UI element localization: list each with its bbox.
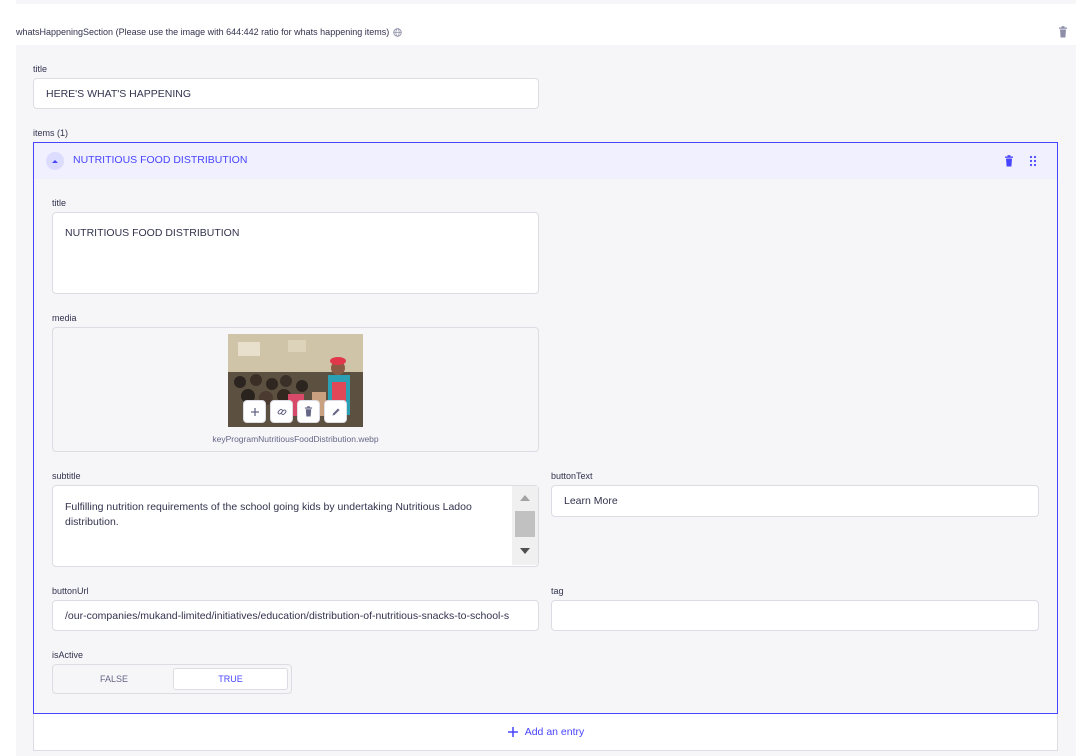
isactive-true-option[interactable]: TRUE bbox=[173, 668, 288, 690]
tag-input[interactable] bbox=[551, 600, 1039, 631]
scrollbar-thumb[interactable] bbox=[515, 511, 535, 537]
section-header-label: whatsHappeningSection (Please use the im… bbox=[16, 27, 390, 37]
media-add-button[interactable] bbox=[243, 400, 266, 423]
globe-icon bbox=[393, 27, 402, 37]
buttonurl-label: buttonUrl bbox=[52, 586, 89, 596]
subtitle-label: subtitle bbox=[52, 471, 81, 481]
media-actions bbox=[243, 400, 347, 423]
media-edit-button[interactable] bbox=[324, 400, 347, 423]
section-header: whatsHappeningSection (Please use the im… bbox=[16, 24, 402, 40]
items-label: items (1) bbox=[33, 128, 69, 138]
isactive-toggle: FALSE TRUE bbox=[52, 664, 292, 694]
scroll-up-icon[interactable] bbox=[519, 494, 531, 502]
top-strip bbox=[16, 0, 1076, 4]
subtitle-scrollbar[interactable] bbox=[512, 486, 538, 565]
tag-label: tag bbox=[551, 586, 564, 596]
media-link-button[interactable] bbox=[270, 400, 293, 423]
collapse-button[interactable] bbox=[46, 152, 64, 170]
add-entry-button[interactable]: Add an entry bbox=[33, 714, 1058, 751]
media-filename: keyProgramNutritiousFoodDistribution.web… bbox=[212, 434, 379, 444]
scroll-down-icon[interactable] bbox=[519, 547, 531, 555]
isactive-label: isActive bbox=[52, 650, 84, 660]
item-title-textarea[interactable]: NUTRITIOUS FOOD DISTRIBUTION bbox=[52, 212, 539, 294]
buttontext-input[interactable]: Learn More bbox=[551, 485, 1039, 517]
item-header[interactable]: NUTRITIOUS FOOD DISTRIBUTION bbox=[34, 143, 1057, 179]
item-title-label: title bbox=[52, 198, 67, 208]
section-trash-icon[interactable] bbox=[1058, 26, 1068, 38]
isactive-false-option[interactable]: FALSE bbox=[57, 668, 171, 690]
section-title-input[interactable]: HERE'S WHAT'S HAPPENING bbox=[33, 78, 539, 109]
buttontext-label: buttonText bbox=[551, 471, 593, 481]
item-header-title: NUTRITIOUS FOOD DISTRIBUTION bbox=[73, 154, 248, 166]
item-trash-icon[interactable] bbox=[1003, 155, 1015, 167]
trash-icon bbox=[304, 406, 313, 417]
media-label: media bbox=[52, 313, 77, 323]
plus-icon bbox=[250, 407, 259, 416]
plus-icon bbox=[507, 727, 518, 737]
buttonurl-input[interactable]: /our-companies/mukand-limited/initiative… bbox=[52, 600, 539, 631]
chevron-up-icon bbox=[52, 160, 58, 163]
section-title-label: title bbox=[33, 64, 48, 74]
drag-handle-icon[interactable] bbox=[1027, 155, 1039, 167]
subtitle-textarea[interactable]: Fulfilling nutrition requirements of the… bbox=[52, 485, 539, 567]
pencil-icon bbox=[332, 408, 339, 415]
add-entry-label: Add an entry bbox=[524, 726, 585, 738]
link-icon bbox=[277, 408, 286, 415]
media-delete-button[interactable] bbox=[297, 400, 320, 423]
